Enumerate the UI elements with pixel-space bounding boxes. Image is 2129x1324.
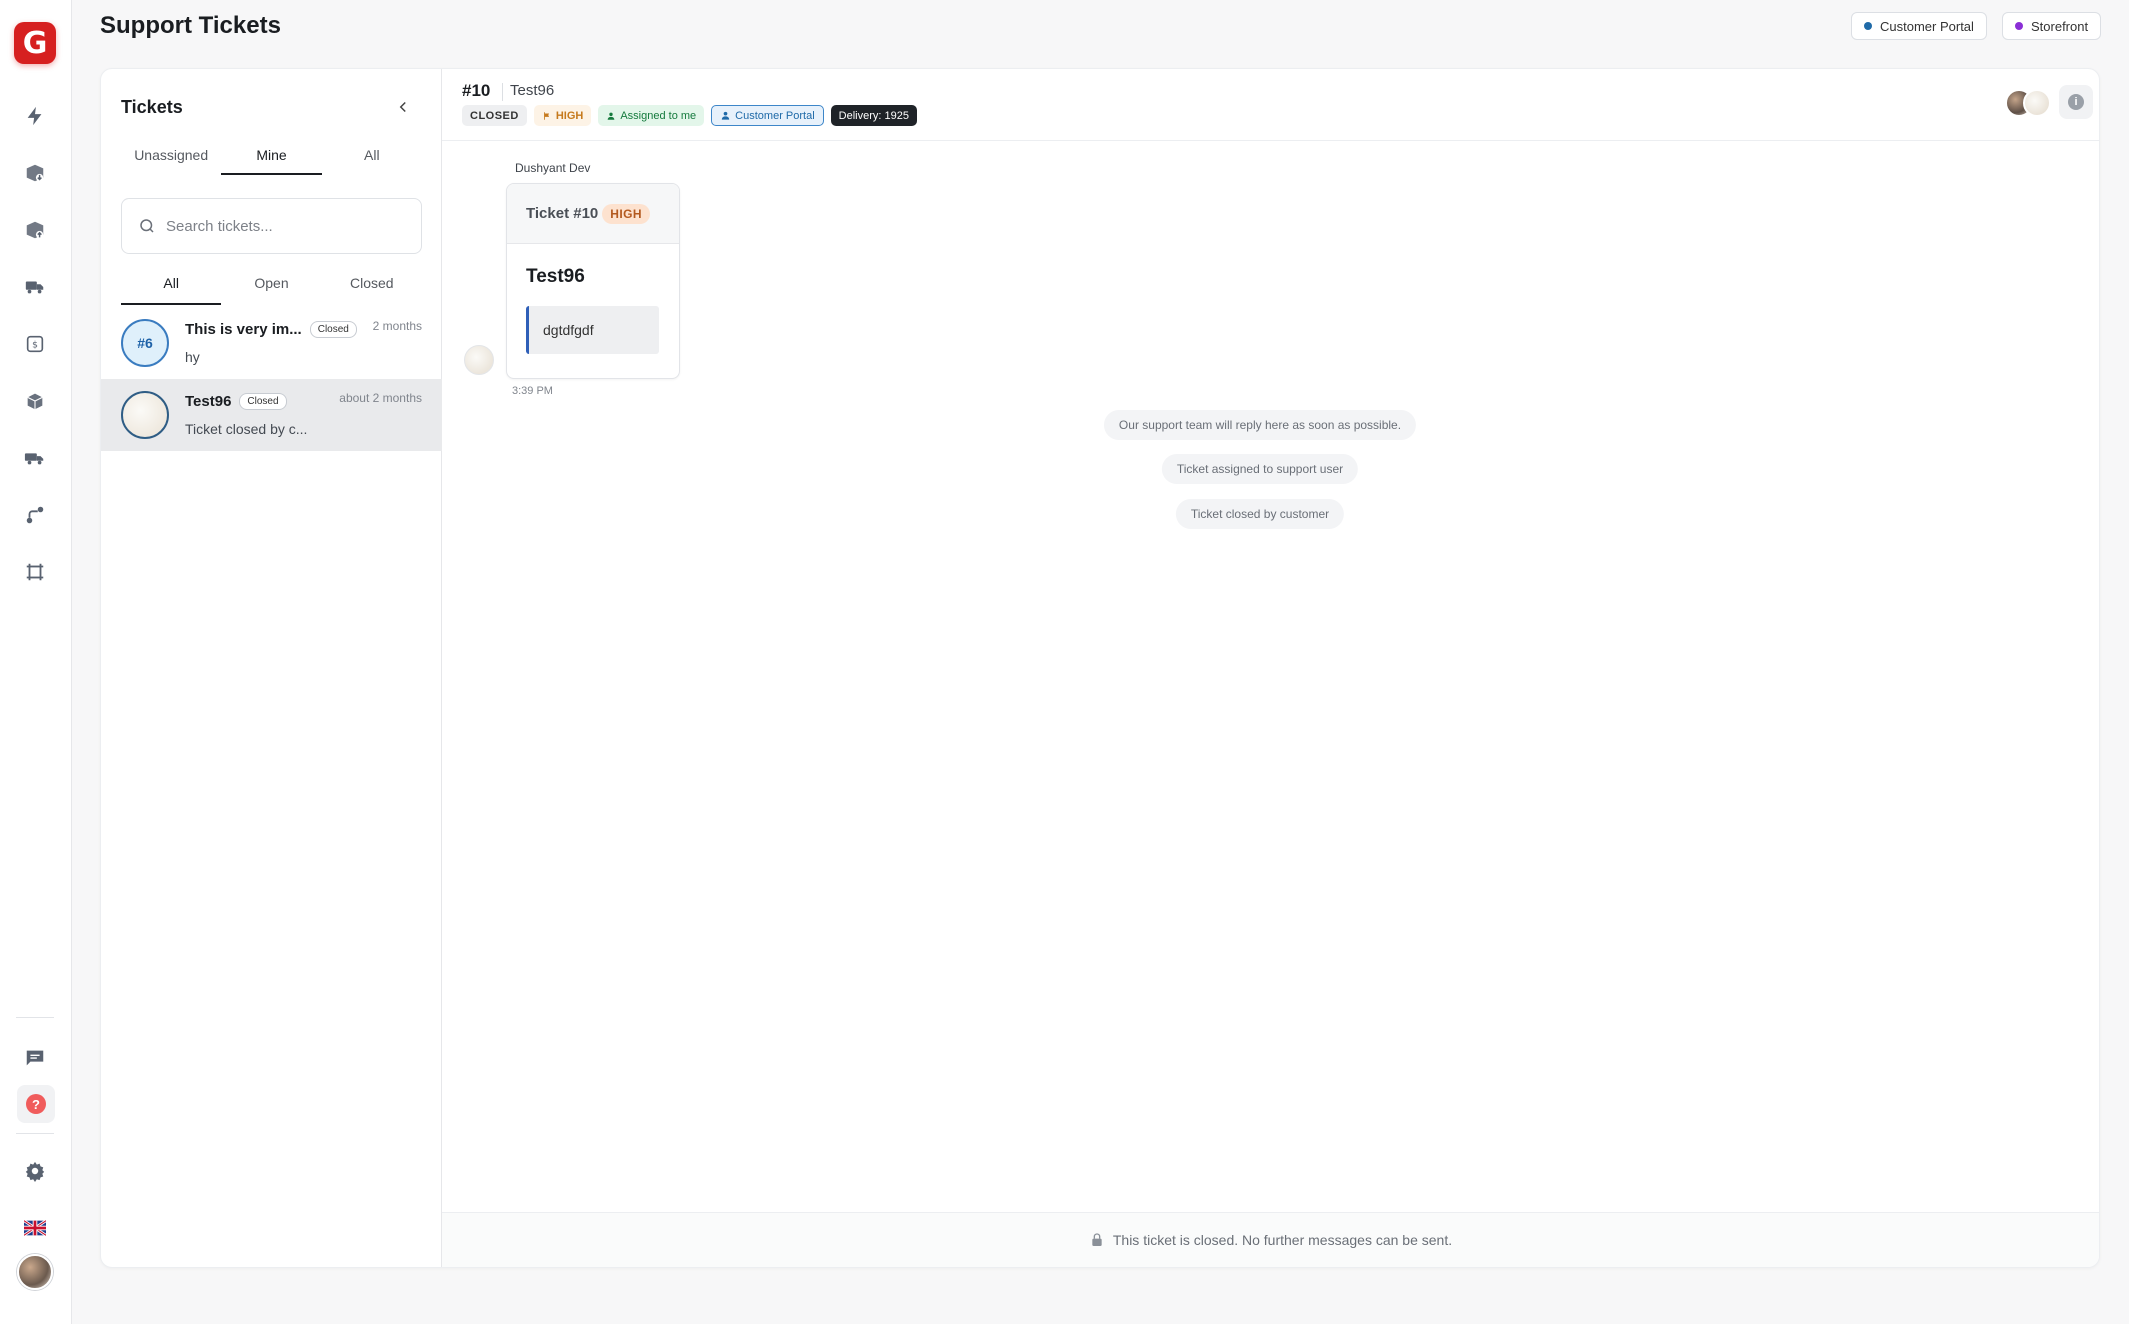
filter-open[interactable]: Open (221, 269, 321, 299)
portal-pill-label: Customer Portal (735, 109, 815, 122)
route-icon[interactable] (20, 500, 50, 530)
conversation-header: #10 Test96 CLOSED HIGH Assigned to me Cu… (442, 69, 2099, 141)
message-title: Test96 (526, 266, 585, 287)
delivery-pill-label: Delivery: 1925 (838, 109, 909, 122)
ticket-name: Test96 (510, 82, 555, 99)
ticket-preview: hy (185, 349, 200, 365)
ticket-list-panel: Tickets Unassigned Mine All All Open Clo… (101, 69, 442, 1267)
status-dot (1864, 22, 1872, 30)
delivery-truck-icon[interactable] (20, 443, 50, 473)
message-ticket-label: Ticket #10 (526, 205, 599, 222)
ticket-pills: CLOSED HIGH Assigned to me Customer Port… (462, 105, 917, 126)
ticket-list-item[interactable]: #6 This is very im... Closed 2 months hy (101, 307, 442, 379)
system-message: Our support team will reply here as soon… (1103, 410, 1417, 440)
ticket-title-row: This is very im... Closed (185, 321, 357, 338)
message-body: dgtdfgdf (526, 306, 659, 354)
flag-icon (543, 111, 549, 120)
ticket-list-title: Tickets (121, 97, 183, 117)
box-in-icon[interactable] (20, 158, 50, 188)
message-card-header: Ticket #10 HIGH (507, 184, 679, 244)
boxes-icon[interactable] (20, 386, 50, 416)
search-input[interactable] (166, 217, 406, 235)
assigned-pill-label: Assigned to me (620, 109, 697, 122)
portal-pill: Customer Portal (711, 105, 824, 126)
gear-icon[interactable] (20, 1156, 50, 1186)
help-button[interactable]: ? (17, 1085, 55, 1123)
system-message: Ticket assigned to support user (1161, 454, 1359, 484)
lock-icon (1092, 1233, 1102, 1246)
status-badge: Closed (309, 321, 357, 338)
avatar (2023, 89, 2051, 117)
filter-all[interactable]: All (121, 269, 222, 305)
ticket-title-row: Test96 Closed (185, 393, 287, 410)
assigned-pill: Assigned to me (598, 105, 705, 126)
chat-icon[interactable] (20, 1043, 50, 1073)
customer-portal-chip[interactable]: Customer Portal (1851, 12, 1987, 40)
status-pill: CLOSED (462, 105, 527, 126)
rail-divider (16, 1017, 54, 1018)
conversation-panel: #10 Test96 CLOSED HIGH Assigned to me Cu… (442, 69, 2099, 1267)
app-logo[interactable]: G (14, 22, 56, 64)
page-title: Support Tickets (100, 12, 281, 39)
chip-label: Storefront (2031, 18, 2089, 34)
header-divider (502, 83, 503, 101)
tickets-card: Tickets Unassigned Mine All All Open Clo… (100, 68, 2100, 1268)
ticket-avatar: #6 (121, 319, 169, 367)
search-box (121, 198, 422, 254)
chevron-left-icon (399, 101, 406, 113)
logo-letter: G (22, 25, 48, 61)
status-dot (2015, 22, 2023, 30)
ticket-title: Test96 (185, 393, 232, 410)
priority-pill-label: HIGH (555, 109, 584, 122)
ticket-list-item-selected[interactable]: Test96 Closed about 2 months Ticket clos… (101, 379, 442, 451)
participant-avatars[interactable] (2005, 89, 2051, 117)
info-button[interactable]: i (2059, 85, 2093, 119)
closed-notice-text: This ticket is closed. No further messag… (1112, 1232, 1453, 1248)
status-filter-tabs: All Open Closed (121, 269, 422, 305)
truck-icon[interactable] (20, 272, 50, 302)
user-icon (608, 112, 615, 120)
tab-unassigned[interactable]: Unassigned (121, 141, 221, 171)
frame-icon[interactable] (20, 557, 50, 587)
priority-pill: HIGH (533, 105, 592, 126)
chip-label: Customer Portal (1880, 18, 1974, 34)
sender-avatar (464, 345, 494, 375)
ticket-preview: Ticket closed by c... (185, 421, 308, 437)
bolt-icon[interactable] (20, 101, 50, 131)
user-icon (722, 111, 730, 120)
tab-all[interactable]: All (322, 141, 422, 171)
tab-mine[interactable]: Mine (221, 141, 322, 175)
message-sender: Dushyant Dev (515, 161, 591, 175)
status-pill-label: CLOSED (470, 109, 519, 122)
delivery-pill: Delivery: 1925 (830, 105, 917, 126)
help-icon: ? (26, 1094, 46, 1114)
message-card: Ticket #10 HIGH Test96 dgtdfgdf (506, 183, 680, 379)
status-badge: Closed (239, 393, 287, 410)
assignment-tabs: Unassigned Mine All (121, 141, 422, 175)
help-glyph: ? (32, 1096, 40, 1112)
ticket-time: 2 months (372, 319, 422, 333)
money-icon[interactable]: $ (20, 329, 50, 359)
ticket-avatar (121, 391, 169, 439)
info-icon: i (2068, 94, 2084, 110)
priority-badge: HIGH (602, 203, 650, 224)
ticket-title: This is very im... (185, 321, 302, 338)
message-time: 3:39 PM (512, 385, 553, 397)
box-out-icon[interactable] (20, 215, 50, 245)
search-icon (140, 219, 154, 233)
collapse-panel-button[interactable] (391, 95, 415, 119)
storefront-chip[interactable]: Storefront (2002, 12, 2102, 40)
uk-flag-icon[interactable] (20, 1213, 50, 1243)
filter-closed[interactable]: Closed (322, 269, 422, 299)
ticket-id: #10 (462, 81, 491, 100)
closed-notice: This ticket is closed. No further messag… (442, 1212, 2099, 1267)
system-message: Ticket closed by customer (1175, 499, 1345, 529)
user-avatar[interactable] (17, 1254, 53, 1290)
ticket-time: about 2 months (339, 391, 422, 405)
svg-text:$: $ (32, 340, 38, 351)
left-rail: G $ ? (0, 0, 72, 1324)
rail-divider (16, 1133, 54, 1134)
